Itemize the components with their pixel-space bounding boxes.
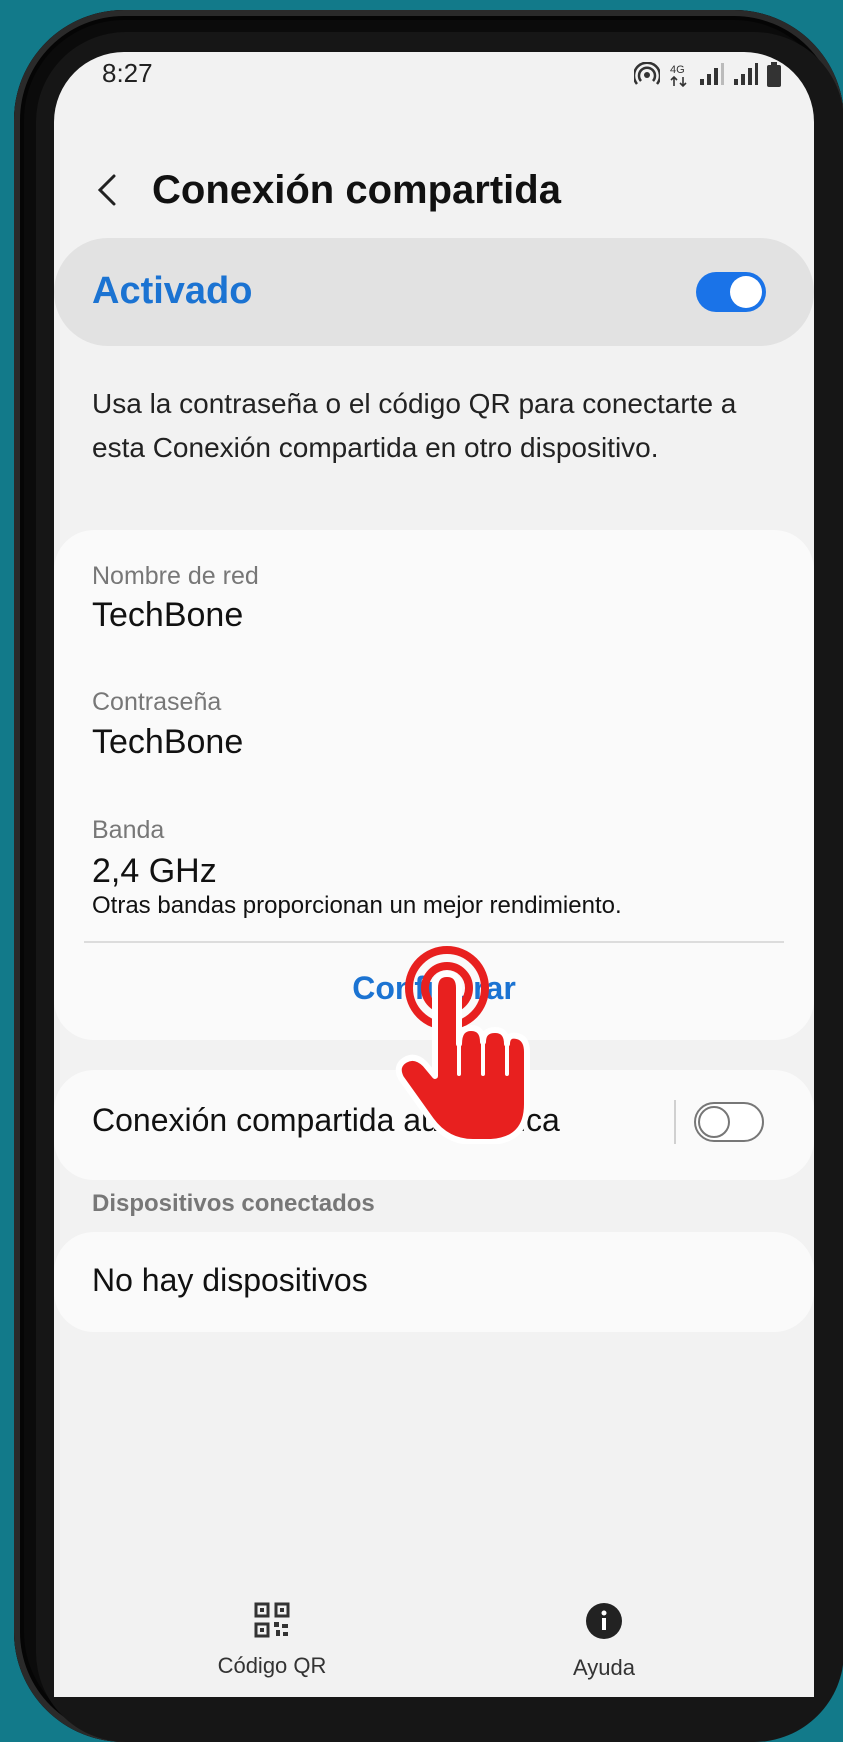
connected-devices-header: Dispositivos conectados [92,1190,375,1217]
4g-icon: 4G [670,64,687,88]
svg-text:4G: 4G [670,64,685,76]
battery-icon [767,62,781,87]
divider [84,941,784,943]
band-note: Otras bandas proporcionan un mejor rendi… [92,892,622,919]
network-name-label: Nombre de red [92,562,259,590]
hotspot-icon [634,62,660,85]
band-value: 2,4 GHz [92,852,217,890]
band-label: Banda [92,816,165,844]
help-button[interactable]: Ayuda [504,1602,704,1681]
connected-devices-card: No hay dispositivos [54,1232,814,1332]
qr-code-icon [254,1602,290,1638]
help-label: Ayuda [573,1655,635,1680]
screen: 8:27 4G Conexión compartida Activado Usa… [54,52,814,1697]
status-icons: 4G [634,62,782,88]
master-switch-row[interactable]: Activado [54,238,814,346]
master-toggle[interactable] [696,272,766,312]
password-value: TechBone [92,723,244,761]
bottom-action-bar: Código QR Ayuda [54,1602,814,1697]
master-switch-label: Activado [92,270,253,312]
toggle-knob [730,276,762,308]
status-bar: 8:27 4G [54,52,814,122]
page-title: Conexión compartida [152,168,561,212]
signal-icon [700,63,724,85]
app-header: Conexión compartida [54,152,814,232]
no-devices-text: No hay dispositivos [92,1262,368,1298]
qr-code-button[interactable]: Código QR [172,1602,372,1679]
info-icon [586,1603,622,1639]
status-time: 8:27 [102,58,153,88]
toggle-knob [698,1106,730,1138]
password-label: Contraseña [92,688,222,716]
auto-hotspot-toggle[interactable] [694,1102,764,1142]
signal-icon [734,63,758,85]
qr-code-label: Código QR [217,1653,327,1678]
network-name-value: TechBone [92,596,244,634]
tap-hand-icon [395,946,530,1144]
vertical-divider [674,1100,676,1144]
description-text: Usa la contraseña o el código QR para co… [92,388,737,463]
chevron-left-icon[interactable] [92,162,122,218]
